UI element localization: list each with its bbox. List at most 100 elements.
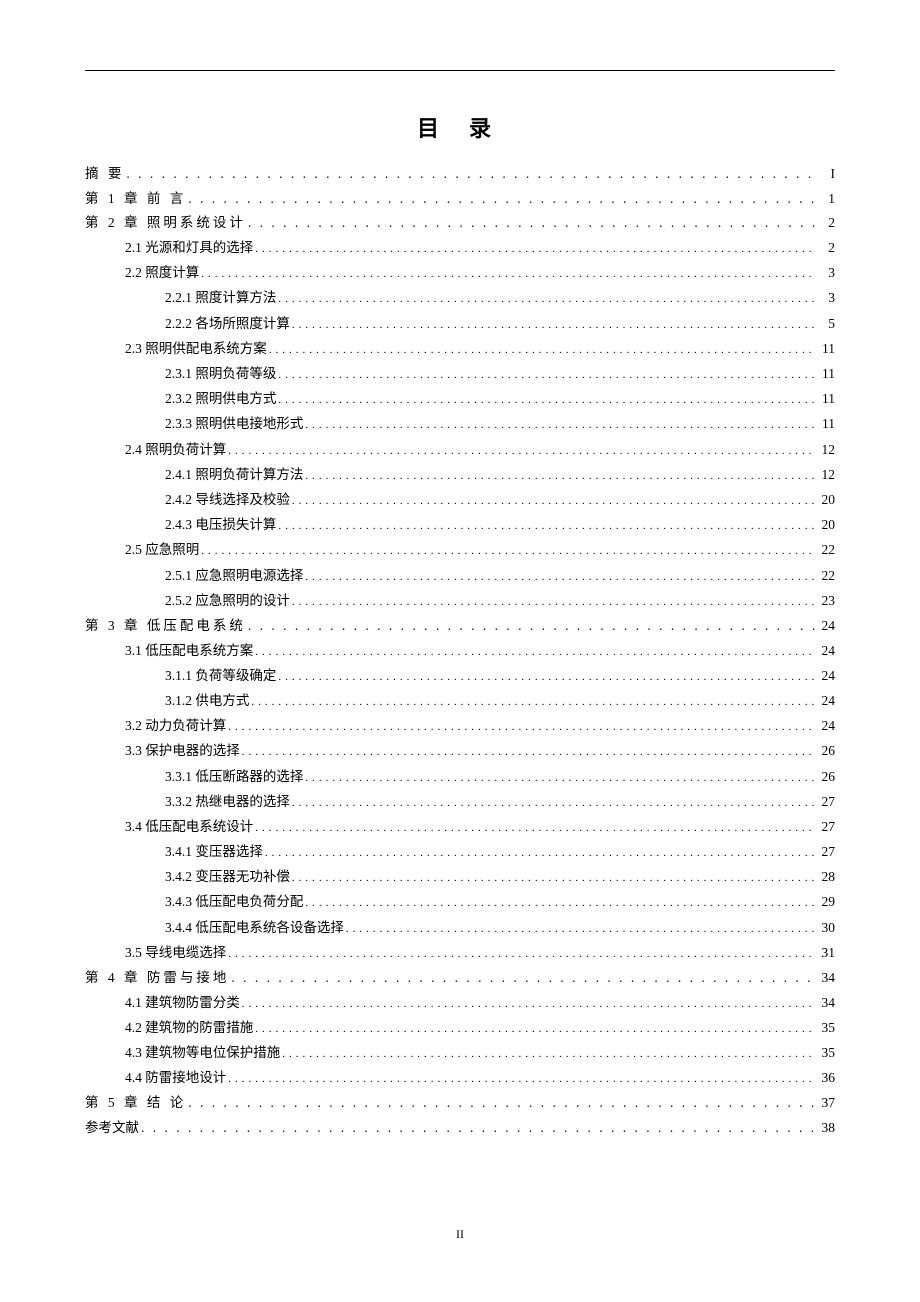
- toc-entry-page: 22: [817, 543, 835, 557]
- toc-entry-label: 第 2 章 照明系统设计: [85, 216, 246, 230]
- toc-leader: [242, 996, 815, 1010]
- toc-entry-page: 24: [817, 719, 835, 733]
- toc-entry: 3.2 动力负荷计算24: [85, 719, 835, 733]
- toc-entry-page: 22: [817, 569, 835, 583]
- toc-entry: 3.4.2 变压器无功补偿28: [85, 870, 835, 884]
- toc-entry-label: 2.4.2 导线选择及校验: [165, 493, 290, 507]
- toc-leader: [265, 845, 815, 859]
- toc-entry: 3.3.1 低压断路器的选择26: [85, 770, 835, 784]
- page-footer: II: [0, 1227, 920, 1242]
- top-rule: [85, 70, 835, 71]
- toc-entry: 第 1 章 前 言1: [85, 192, 835, 206]
- toc-entry: 第 3 章 低压配电系统24: [85, 619, 835, 633]
- toc-leader: [346, 921, 815, 935]
- toc-entry-label: 3.4.1 变压器选择: [165, 845, 263, 859]
- toc-entry-label: 2.1 光源和灯具的选择: [125, 241, 253, 255]
- toc-entry-page: 20: [817, 518, 835, 532]
- toc-leader: [278, 518, 815, 532]
- toc-leader: [269, 342, 815, 356]
- toc-entry-page: 27: [817, 795, 835, 809]
- toc-entry-page: 30: [817, 921, 835, 935]
- toc-entry: 2.3.3 照明供电接地形式11: [85, 417, 835, 431]
- toc-entry-label: 2.4.1 照明负荷计算方法: [165, 468, 303, 482]
- toc-entry-page: 31: [817, 946, 835, 960]
- toc-leader: [248, 619, 815, 633]
- toc-entry: 2.2.1 照度计算方法 3: [85, 291, 835, 305]
- toc-entry: 2.5 应急照明 22: [85, 543, 835, 557]
- toc-entry-page: 2: [817, 216, 835, 230]
- toc-entry: 参考文献 38: [85, 1121, 835, 1135]
- toc-leader: [255, 1021, 815, 1035]
- toc-entry-label: 2.5 应急照明: [125, 543, 199, 557]
- toc-entry-label: 4.2 建筑物的防雷措施: [125, 1021, 253, 1035]
- toc-entry: 3.4 低压配电系统设计 27: [85, 820, 835, 834]
- toc-leader: [188, 1096, 815, 1110]
- toc-leader: [255, 820, 815, 834]
- toc-entry-label: 3.5 导线电缆选择: [125, 946, 226, 960]
- toc-leader: [255, 241, 815, 255]
- toc-entry-label: 2.3.2 照明供电方式: [165, 392, 276, 406]
- toc-leader: [248, 216, 815, 230]
- toc-entry: 2.4.1 照明负荷计算方法 12: [85, 468, 835, 482]
- toc-entry-label: 3.4 低压配电系统设计: [125, 820, 253, 834]
- toc-entry-label: 第 4 章 防雷与接地: [85, 971, 229, 985]
- toc-entry: 2.4.2 导线选择及校验20: [85, 493, 835, 507]
- toc-list: 摘 要I第 1 章 前 言1第 2 章 照明系统设计22.1 光源和灯具的选择2…: [85, 167, 835, 1135]
- toc-entry-page: 11: [817, 417, 835, 431]
- toc-title: 目 录: [85, 111, 835, 143]
- toc-entry-page: 34: [817, 996, 835, 1010]
- toc-leader: [255, 644, 815, 658]
- toc-entry: 3.1.1 负荷等级确定 24: [85, 669, 835, 683]
- toc-entry: 摘 要I: [85, 167, 835, 181]
- toc-leader: [188, 192, 815, 206]
- toc-leader: [278, 669, 815, 683]
- toc-leader: [282, 1046, 815, 1060]
- toc-leader: [292, 493, 815, 507]
- toc-entry-page: 29: [817, 895, 835, 909]
- toc-leader: [292, 317, 815, 331]
- toc-entry-label: 3.1.1 负荷等级确定: [165, 669, 276, 683]
- toc-entry: 4.4 防雷接地设计36: [85, 1071, 835, 1085]
- toc-entry-page: 3: [817, 266, 835, 280]
- toc-leader: [278, 367, 815, 381]
- toc-entry-page: 38: [817, 1121, 835, 1135]
- toc-entry: 4.1 建筑物防雷分类 34: [85, 996, 835, 1010]
- toc-entry: 第 5 章 结 论37: [85, 1096, 835, 1110]
- toc-entry-page: 12: [817, 443, 835, 457]
- toc-entry: 第 2 章 照明系统设计 2: [85, 216, 835, 230]
- toc-entry-page: 12: [817, 468, 835, 482]
- toc-entry: 3.3 保护电器的选择 26: [85, 744, 835, 758]
- toc-entry-page: 27: [817, 845, 835, 859]
- toc-entry: 2.1 光源和灯具的选择2: [85, 241, 835, 255]
- toc-entry-page: 3: [817, 291, 835, 305]
- toc-entry-label: 摘 要: [85, 167, 124, 181]
- toc-entry-page: 24: [817, 669, 835, 683]
- toc-entry: 3.4.4 低压配电系统各设备选择30: [85, 921, 835, 935]
- toc-entry: 2.3 照明供配电系统方案11: [85, 342, 835, 356]
- toc-entry: 2.2 照度计算 3: [85, 266, 835, 280]
- toc-entry-label: 4.1 建筑物防雷分类: [125, 996, 240, 1010]
- toc-leader: [228, 946, 815, 960]
- toc-entry-label: 2.2.1 照度计算方法: [165, 291, 276, 305]
- toc-entry-label: 2.2 照度计算: [125, 266, 199, 280]
- toc-entry-page: 5: [817, 317, 835, 331]
- toc-entry-page: 28: [817, 870, 835, 884]
- toc-leader: [201, 266, 815, 280]
- toc-leader: [292, 870, 815, 884]
- toc-entry-label: 2.4 照明负荷计算: [125, 443, 226, 457]
- toc-entry-label: 2.4.3 电压损失计算: [165, 518, 276, 532]
- toc-entry-label: 2.5.2 应急照明的设计: [165, 594, 290, 608]
- toc-entry-label: 3.3 保护电器的选择: [125, 744, 240, 758]
- toc-entry-page: 27: [817, 820, 835, 834]
- toc-leader: [278, 291, 815, 305]
- toc-entry: 2.5.1 应急照明电源选择22: [85, 569, 835, 583]
- toc-entry-page: 36: [817, 1071, 835, 1085]
- toc-entry: 2.3.1 照明负荷等级11: [85, 367, 835, 381]
- toc-entry-label: 参考文献: [85, 1121, 139, 1135]
- toc-entry-page: 1: [817, 192, 835, 206]
- toc-entry-page: 11: [817, 392, 835, 406]
- toc-entry-page: 26: [817, 744, 835, 758]
- toc-entry-page: 37: [817, 1096, 835, 1110]
- toc-entry-page: 11: [817, 367, 835, 381]
- toc-entry: 2.4 照明负荷计算 12: [85, 443, 835, 457]
